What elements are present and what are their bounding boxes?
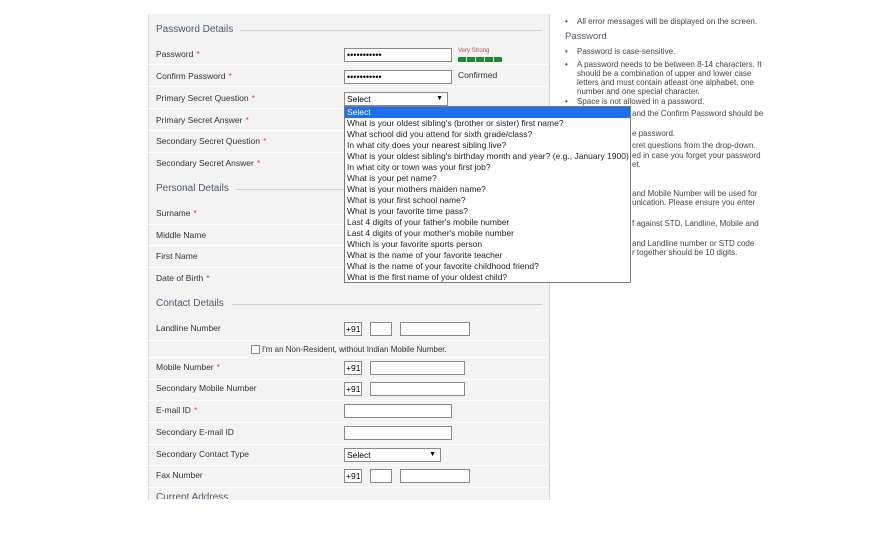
dropdown-option[interactable]: What is your oldest sibling's birthday m… — [345, 151, 630, 162]
password-strength-label: Very Strong — [458, 48, 490, 54]
help-item: cret questions from the drop-down. — [632, 141, 756, 150]
dropdown-option[interactable]: Which is your favorite sports person — [345, 239, 630, 250]
dropdown-option[interactable]: Select — [345, 107, 630, 118]
section-divider — [232, 304, 542, 305]
row-divider — [148, 86, 548, 87]
dropdown-option[interactable]: In what city or town was your first job? — [345, 162, 630, 173]
row-divider — [148, 400, 548, 401]
confirm-password-label: Confirm Password * — [156, 71, 232, 81]
dropdown-option[interactable]: What is your pet name? — [345, 173, 630, 184]
nri-checkbox-label: I'm an Non-Resident, without Indian Mobi… — [262, 345, 447, 354]
help-item: Password is case-sensitive. — [577, 47, 676, 56]
help-item: unication. Please ensure you enter — [632, 198, 756, 207]
secondary-contact-type-label: Secondary Contact Type — [156, 449, 249, 459]
dropdown-option[interactable]: What is the first name of your oldest ch… — [345, 272, 630, 282]
row-divider — [148, 465, 548, 466]
strength-bar — [494, 57, 502, 62]
bullet: • — [565, 97, 568, 106]
dropdown-option[interactable]: In what city does your nearest sibling l… — [345, 140, 630, 151]
row-divider — [148, 379, 548, 380]
help-note-errors: All error messages will be displayed on … — [577, 17, 758, 26]
row-divider — [148, 422, 548, 423]
section-divider — [240, 30, 542, 31]
dropdown-option[interactable]: What is your oldest sibling's (brother o… — [345, 118, 630, 129]
fax-label: Fax Number — [156, 470, 203, 480]
primary-question-label: Primary Secret Question * — [156, 93, 255, 103]
row-divider — [148, 340, 548, 341]
help-item: r together should be 10 digits. — [632, 248, 738, 257]
secondary-contact-type-select[interactable]: Select ▼ — [344, 448, 441, 462]
mobile-country-code: +91 — [344, 361, 362, 375]
secondary-email-input[interactable] — [344, 426, 452, 440]
middle-name-label: Middle Name — [156, 230, 207, 240]
fax-std-input[interactable] — [370, 469, 392, 483]
caret-down-icon: ▼ — [429, 451, 436, 458]
landline-label: Landline Number — [156, 323, 221, 333]
bullet: • — [565, 60, 568, 69]
row-divider — [148, 64, 548, 65]
help-item: and the Confirm Password should be — [632, 109, 764, 118]
confirm-status: Confirmed — [458, 70, 498, 80]
dropdown-option[interactable]: Last 4 digits of your mother's mobile nu… — [345, 228, 630, 239]
help-item: number and one special character. — [577, 87, 700, 96]
primary-question-select[interactable]: Select ▼ — [344, 92, 448, 106]
secondary-mobile-label: Secondary Mobile Number — [156, 383, 257, 393]
dropdown-option[interactable]: Last 4 digits of your father's mobile nu… — [345, 217, 630, 228]
help-item: e password. — [632, 129, 676, 138]
first-name-label: First Name — [156, 251, 198, 261]
fax-country-code: +91 — [344, 469, 362, 483]
section-title-contact: Contact Details — [156, 298, 224, 309]
surname-label: Surname * — [156, 208, 197, 218]
dropdown-option[interactable]: What is your mothers maiden name? — [345, 184, 630, 195]
caret-down-icon: ▼ — [436, 95, 443, 102]
strength-bar — [458, 57, 466, 62]
email-input[interactable] — [344, 404, 452, 418]
strength-bar — [485, 57, 493, 62]
dropdown-option[interactable]: What is the name of your favorite teache… — [345, 250, 630, 261]
dropdown-option[interactable]: What is the name of your favorite childh… — [345, 261, 630, 272]
mobile-input[interactable] — [370, 361, 465, 375]
secondary-answer-label: Secondary Secret Answer * — [156, 158, 261, 168]
help-item: f against STD, Landline, Mobile and — [632, 219, 759, 228]
password-label: Password * — [156, 49, 200, 59]
section-title-address: Current Address — [156, 492, 229, 499]
password-input[interactable]: ••••••••••• — [344, 48, 452, 62]
section-title-password: Password Details — [156, 24, 234, 35]
landline-std-input[interactable] — [370, 322, 392, 336]
dropdown-option[interactable]: What is your first school name? — [345, 195, 630, 206]
select-value: Select — [347, 450, 371, 460]
bullet: • — [565, 17, 568, 26]
help-item: ed in case you forget your password — [632, 151, 761, 160]
landline-number-input[interactable] — [400, 322, 470, 336]
secondary-mobile-input[interactable] — [370, 382, 465, 396]
help-item: et. — [632, 160, 641, 169]
fax-number-input[interactable] — [400, 469, 470, 483]
strength-bar — [476, 57, 484, 62]
primary-question-dropdown-list[interactable]: Select What is your oldest sibling's (bro… — [344, 106, 631, 283]
primary-answer-label: Primary Secret Answer * — [156, 115, 249, 125]
row-divider — [148, 487, 548, 488]
landline-country-code: +91 — [344, 322, 362, 336]
section-title-personal: Personal Details — [156, 183, 229, 194]
dropdown-option[interactable]: What school did you attend for sixth gra… — [345, 129, 630, 140]
dob-label: Date of Birth * — [156, 273, 210, 283]
help-title-password: Password — [565, 31, 607, 42]
mobile-label: Mobile Number * — [156, 362, 220, 372]
bullet: • — [565, 47, 568, 56]
dropdown-option[interactable]: What is your favorite time pass? — [345, 206, 630, 217]
email-label: E-mail ID * — [156, 405, 198, 415]
secondary-question-label: Secondary Secret Question * — [156, 136, 267, 146]
strength-bar — [467, 57, 475, 62]
row-divider — [148, 444, 548, 445]
select-value: Select — [347, 94, 371, 104]
row-divider — [148, 357, 548, 358]
confirm-password-input[interactable]: ••••••••••• — [344, 70, 452, 84]
nri-checkbox[interactable] — [251, 345, 260, 354]
secondary-mobile-country-code: +91 — [344, 382, 362, 396]
secondary-email-label: Secondary E-mail ID — [156, 427, 234, 437]
